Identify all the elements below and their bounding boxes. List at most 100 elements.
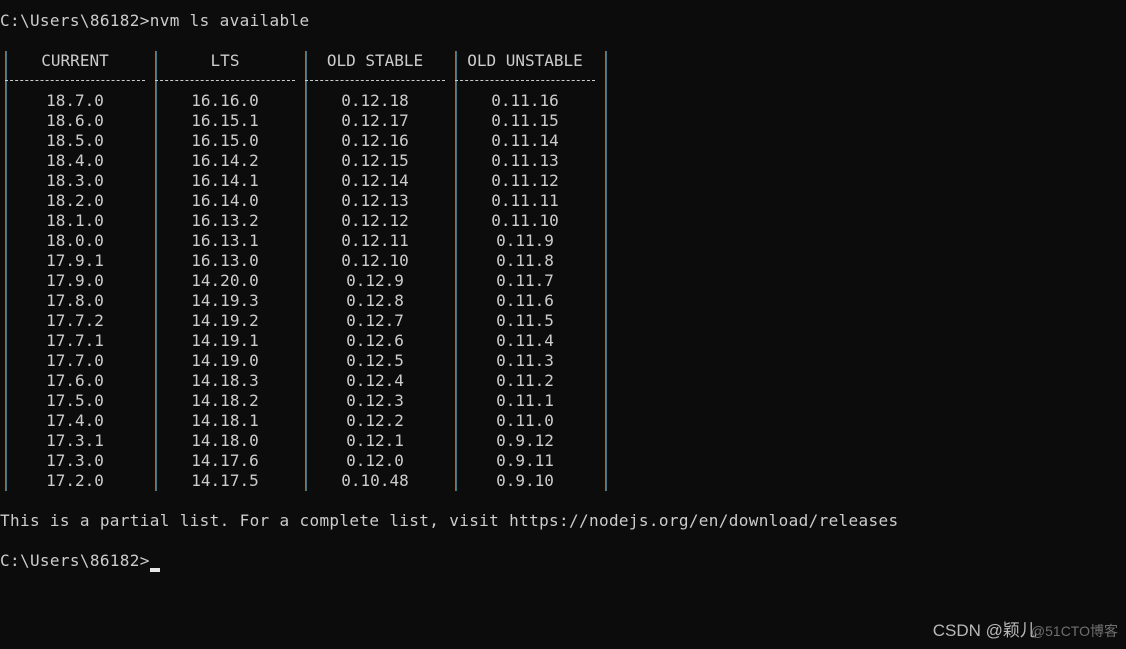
version-cell: 0.12.0 xyxy=(346,451,404,470)
version-cell: 0.11.2 xyxy=(496,371,554,390)
version-cell: 17.9.0 xyxy=(46,271,104,290)
watermark: CSDN @颖儿@51CTO博客 xyxy=(933,616,1118,641)
version-cell: 0.12.4 xyxy=(346,371,404,390)
version-cell: 0.12.7 xyxy=(346,311,404,330)
version-cell: 0.12.1 xyxy=(346,431,404,450)
version-cell: 0.11.12 xyxy=(491,171,559,190)
version-cell: 0.10.48 xyxy=(341,471,409,490)
version-cell: 0.12.12 xyxy=(341,211,409,230)
input-line[interactable]: C:\Users\86182> xyxy=(0,551,160,572)
version-cell: 0.11.3 xyxy=(496,351,554,370)
column-header: LTS xyxy=(210,51,240,70)
version-cell: 0.11.16 xyxy=(491,91,559,110)
version-cell: 16.13.2 xyxy=(191,211,259,230)
version-cell: 0.12.9 xyxy=(346,271,404,290)
version-cell: 0.11.7 xyxy=(496,271,554,290)
column-header: CURRENT xyxy=(41,51,109,70)
version-cell: 0.12.10 xyxy=(341,251,409,270)
version-cell: 18.4.0 xyxy=(46,151,104,170)
version-cell: 0.12.3 xyxy=(346,391,404,410)
command-line: C:\Users\86182>nvm ls available xyxy=(0,11,309,31)
column-header: OLD UNSTABLE xyxy=(467,51,583,70)
partial-list-note: This is a partial list. For a complete l… xyxy=(0,511,899,530)
version-cell: 16.15.0 xyxy=(191,131,259,150)
cursor-icon xyxy=(149,568,160,572)
version-cell: 14.20.0 xyxy=(191,271,259,290)
version-cell: 18.7.0 xyxy=(46,91,104,110)
version-cell: 0.12.14 xyxy=(341,171,409,190)
version-cell: 18.2.0 xyxy=(46,191,104,210)
version-cell: 14.18.1 xyxy=(191,411,259,430)
version-cell: 17.2.0 xyxy=(46,471,104,490)
column-values: 0.11.16 0.11.15 0.11.14 0.11.13 0.11.12 0.11.… xyxy=(450,91,600,491)
version-cell: 0.12.6 xyxy=(346,331,404,350)
version-cell: 0.11.15 xyxy=(491,111,559,130)
version-cell: 0.11.14 xyxy=(491,131,559,150)
version-cell: 17.7.1 xyxy=(46,331,104,350)
column-values: 0.12.18 0.12.17 0.12.16 0.12.15 0.12.14 0.12.… xyxy=(300,91,450,491)
version-cell: 14.19.1 xyxy=(191,331,259,350)
version-cell: 0.12.11 xyxy=(341,231,409,250)
version-cell: 0.11.4 xyxy=(496,331,554,350)
version-cell: 18.0.0 xyxy=(46,231,104,250)
version-cell: 0.9.12 xyxy=(496,431,554,450)
version-cell: 0.11.11 xyxy=(491,191,559,210)
prompt: C:\Users\86182> xyxy=(0,551,150,570)
version-cell: 17.6.0 xyxy=(46,371,104,390)
column-current: CURRENT 18.7.0 18.6.0 18.5.0 18.4.0 18.3.0 18… xyxy=(0,51,150,491)
column-old-unstable: OLD UNSTABLE 0.11.16 0.11.15 0.11.14 0.11.1… xyxy=(450,51,600,491)
watermark-overlay: @51CTO博客 xyxy=(1030,623,1118,639)
version-cell: 16.14.2 xyxy=(191,151,259,170)
version-cell: 14.18.2 xyxy=(191,391,259,410)
version-cell: 14.19.3 xyxy=(191,291,259,310)
version-cell: 0.12.13 xyxy=(341,191,409,210)
version-cell: 17.3.0 xyxy=(46,451,104,470)
version-cell: 16.14.1 xyxy=(191,171,259,190)
version-cell: 18.5.0 xyxy=(46,131,104,150)
version-cell: 0.12.18 xyxy=(341,91,409,110)
version-cell: 17.7.2 xyxy=(46,311,104,330)
version-cell: 0.12.2 xyxy=(346,411,404,430)
version-cell: 18.3.0 xyxy=(46,171,104,190)
version-cell: 0.11.8 xyxy=(496,251,554,270)
version-cell: 14.19.0 xyxy=(191,351,259,370)
version-cell: 0.12.8 xyxy=(346,291,404,310)
version-cell: 17.3.1 xyxy=(46,431,104,450)
column-header: OLD STABLE xyxy=(326,51,424,70)
version-cell: 17.9.1 xyxy=(46,251,104,270)
version-cell: 0.12.17 xyxy=(341,111,409,130)
version-cell: 16.13.1 xyxy=(191,231,259,250)
versions-table: CURRENT 18.7.0 18.6.0 18.5.0 18.4.0 18.3.0 18… xyxy=(0,51,610,491)
version-cell: 14.18.3 xyxy=(191,371,259,390)
version-cell: 0.12.5 xyxy=(346,351,404,370)
version-cell: 14.17.6 xyxy=(191,451,259,470)
version-cell: 14.19.2 xyxy=(191,311,259,330)
command-text: nvm ls available xyxy=(149,11,310,30)
watermark-text: CSDN @颖儿 xyxy=(932,621,1037,640)
prompt: C:\Users\86182> xyxy=(0,11,150,30)
version-cell: 17.7.0 xyxy=(46,351,104,370)
version-cell: 16.16.0 xyxy=(191,91,259,110)
version-cell: 18.6.0 xyxy=(46,111,104,130)
version-cell: 18.1.0 xyxy=(46,211,104,230)
header-separator xyxy=(150,71,300,91)
version-cell: 0.11.0 xyxy=(496,411,554,430)
version-cell: 0.11.5 xyxy=(496,311,554,330)
column-old-stable: OLD STABLE 0.12.18 0.12.17 0.12.16 0.12.15 0… xyxy=(300,51,450,491)
version-cell: 16.13.0 xyxy=(191,251,259,270)
header-separator xyxy=(300,71,450,91)
version-cell: 17.5.0 xyxy=(46,391,104,410)
column-values: 18.7.0 18.6.0 18.5.0 18.4.0 18.3.0 18.2.0 18.1… xyxy=(0,91,150,491)
column-lts: LTS 16.16.0 16.15.1 16.15.0 16.14.2 16.14.1 1… xyxy=(150,51,300,491)
header-separator xyxy=(450,71,600,91)
version-cell: 14.18.0 xyxy=(191,431,259,450)
version-cell: 0.11.10 xyxy=(491,211,559,230)
version-cell: 0.11.13 xyxy=(491,151,559,170)
version-cell: 17.8.0 xyxy=(46,291,104,310)
version-cell: 17.4.0 xyxy=(46,411,104,430)
version-cell: 0.11.1 xyxy=(496,391,554,410)
version-cell: 0.12.16 xyxy=(341,131,409,150)
version-cell: 0.9.10 xyxy=(496,471,554,490)
column-values: 16.16.0 16.15.1 16.15.0 16.14.2 16.14.1 16.14… xyxy=(150,91,300,491)
version-cell: 16.14.0 xyxy=(191,191,259,210)
